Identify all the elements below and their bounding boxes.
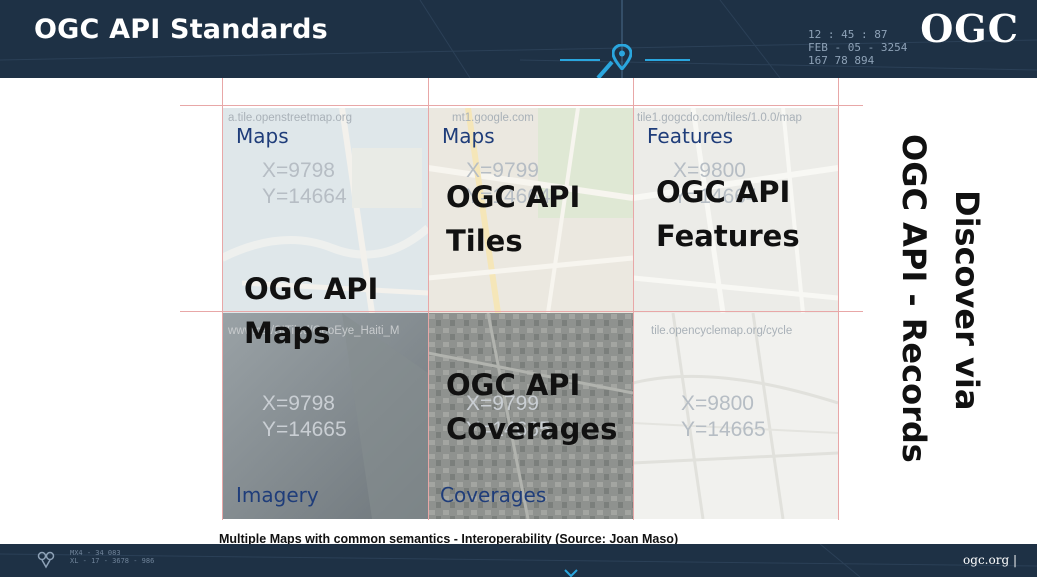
footer-readout: MX4 - 34 083 XL - 17 - 3678 - 986 <box>70 549 154 565</box>
side-label-records: OGC API - Records <box>895 134 933 463</box>
tile-label: Imagery <box>236 483 319 507</box>
tile-url: tile1.gogcdo.com/tiles/1.0.0/map <box>637 112 802 124</box>
tile-coords: X=9798 Y=14665 <box>262 391 347 443</box>
standard-label-line: Features <box>656 219 800 253</box>
footer-readout-line: XL - 17 - 3678 - 986 <box>70 557 155 565</box>
standard-label-line: OGC API <box>446 368 581 402</box>
standard-label-features: OGC API Features <box>656 170 800 258</box>
standard-label-tiles: OGC API Tiles <box>446 175 580 263</box>
map-tile: tile.opencyclemap.org/cycle X=9800 Y=146… <box>633 313 838 519</box>
tile-coord-x: X=9798 <box>262 392 335 415</box>
tile-label: Features <box>647 124 733 148</box>
standard-label-coverages: OGC API Coverages <box>446 363 617 451</box>
standard-label-line: Maps <box>244 316 331 350</box>
tile-coord-y: Y=14665 <box>681 418 766 441</box>
tile-url: tile.opencyclemap.org/cycle <box>651 325 793 337</box>
grid-line <box>428 78 429 520</box>
hud-readout: 12 : 45 : 87 FEB - 05 - 3254 167 78 894 <box>808 28 918 78</box>
tile-url: a.tile.openstreetmap.org <box>228 112 353 124</box>
standard-label-line: Coverages <box>446 412 618 446</box>
grid-line <box>838 78 839 520</box>
ogc-site-link[interactable]: ogc.org | <box>963 553 1017 567</box>
hud-line: 12 : 45 : 87 <box>808 28 888 41</box>
hud-line: FEB - 05 - 3254 <box>808 41 908 54</box>
top-banner: OGC API Standards 12 : 45 : 87 FEB - 05 … <box>0 0 1037 78</box>
slide-title: OGC API Standards <box>34 14 328 45</box>
tile-label: Maps <box>236 124 289 148</box>
standard-label-line: OGC API <box>446 180 581 214</box>
ogc-mark-icon <box>37 551 55 569</box>
tile-label: Coverages <box>440 483 547 507</box>
location-pin-icon <box>612 44 632 70</box>
tile-url: mt1.google.com <box>452 112 534 124</box>
standard-label-line: OGC API <box>656 175 791 209</box>
tile-coords: X=9800 Y=14665 <box>681 391 766 443</box>
grid-line <box>222 78 223 520</box>
bottom-banner: MX4 - 34 083 XL - 17 - 3678 - 986 ogc.or… <box>0 544 1037 577</box>
tile-coord-y: Y=14664 <box>262 185 347 208</box>
grid-line <box>180 105 863 106</box>
hud-line: 167 78 894 <box>808 54 875 67</box>
tile-label: Maps <box>442 124 495 148</box>
footer-readout-line: MX4 - 34 083 <box>70 549 121 557</box>
tile-grid: a.tile.openstreetmap.org X=9798 Y=14664 … <box>180 78 863 520</box>
ogc-logo: OGC <box>920 6 1019 51</box>
tile-coords: X=9798 Y=14664 <box>262 158 347 210</box>
side-label-discover: Discover via <box>948 190 986 411</box>
grid-line <box>633 78 634 520</box>
tile-coord-x: X=9800 <box>681 392 754 415</box>
tile-coord-y: Y=14665 <box>262 418 347 441</box>
standard-label-line: Tiles <box>446 224 523 258</box>
tile-coord-x: X=9798 <box>262 159 335 182</box>
banner-decoration <box>0 544 1037 577</box>
standard-label-maps: OGC API Maps <box>244 267 378 355</box>
standard-label-line: OGC API <box>244 272 379 306</box>
